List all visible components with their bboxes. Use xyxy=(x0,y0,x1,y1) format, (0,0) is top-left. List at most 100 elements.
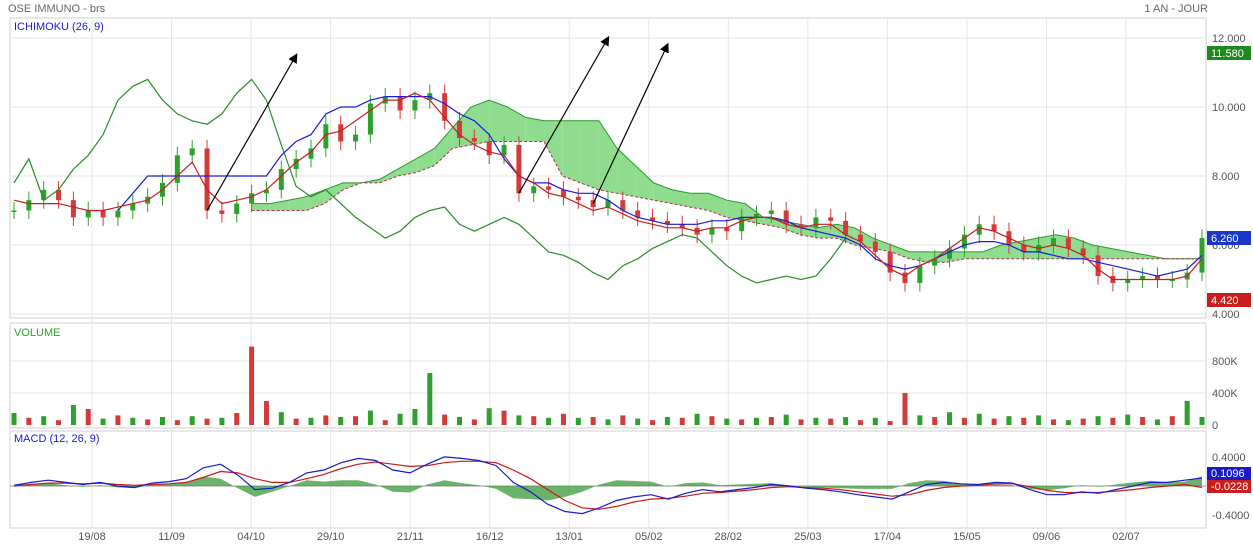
volume-bar xyxy=(516,415,522,425)
volume-bar xyxy=(932,417,938,425)
volume-bar xyxy=(917,415,923,425)
cloud-bull-segment xyxy=(416,148,435,173)
candle-body xyxy=(11,210,17,212)
x-tick-label: 09/06 xyxy=(1033,531,1061,543)
cloud-bull-segment xyxy=(635,165,654,201)
macd-title: MACD (12, 26, 9) xyxy=(14,433,100,445)
volume-bar xyxy=(828,418,834,425)
volume-bar xyxy=(26,417,32,425)
cloud-bull-segment xyxy=(1128,251,1148,259)
x-tick-label: 02/07 xyxy=(1112,531,1140,543)
candle-body xyxy=(338,124,344,142)
volume-bar xyxy=(174,420,180,425)
volume-bar xyxy=(724,418,730,425)
chart-stage: OSE IMMUNO - brs 1 AN - JOUR 19/08 11/09 0… xyxy=(0,0,1253,547)
candle-body xyxy=(843,220,849,235)
volume-bar xyxy=(442,414,448,425)
x-tick-label: 29/10 xyxy=(317,531,345,543)
x-tick-label: 25/03 xyxy=(794,531,822,543)
volume-bar xyxy=(754,417,759,425)
volume-bar xyxy=(130,417,136,425)
volume-bar xyxy=(1184,401,1190,425)
stock-chart-svg: 19/08 11/09 04/10 29/10 21/11 16/12 13/01 05/02… xyxy=(9,17,1251,543)
volume-bar xyxy=(635,418,641,425)
macd-plot xyxy=(10,456,1206,515)
volume-bar xyxy=(679,417,685,425)
candle-body xyxy=(1051,238,1056,245)
volume-bar xyxy=(1199,417,1205,425)
volume-bar xyxy=(694,413,700,425)
volume-bar xyxy=(843,417,849,425)
candle-body xyxy=(367,103,373,135)
candle-body xyxy=(234,203,240,214)
volume-bar xyxy=(249,346,255,425)
candle-body xyxy=(991,224,997,232)
x-tick-label: 04/10 xyxy=(237,531,265,543)
volume-bar xyxy=(902,393,908,425)
candle-body xyxy=(516,144,522,194)
volume-bar xyxy=(234,413,240,425)
cloud-bull-segment xyxy=(964,251,983,259)
volume-bar xyxy=(204,418,210,425)
candle-body xyxy=(70,200,76,218)
candle-body xyxy=(813,217,819,228)
volume-bar xyxy=(961,417,967,425)
candle-body xyxy=(412,100,418,111)
volume-bar xyxy=(887,421,893,425)
volume-bar xyxy=(1036,415,1042,425)
candle-body xyxy=(546,186,552,190)
volume-bar xyxy=(278,412,284,425)
volume-bar xyxy=(1095,416,1101,425)
volume-bar xyxy=(85,409,91,425)
chikou-span-line xyxy=(13,78,847,284)
volume-bar xyxy=(353,416,359,425)
grid-lines xyxy=(10,18,1206,528)
volume-bar xyxy=(813,417,819,425)
volume-bar xyxy=(338,417,344,425)
cloud-bull-segment xyxy=(525,117,545,142)
x-tick-label: 15/05 xyxy=(953,531,981,543)
volume-bar xyxy=(427,373,433,425)
volume-bar xyxy=(560,413,566,425)
volume-bar xyxy=(947,412,953,425)
candle-body xyxy=(26,200,32,211)
candle-body xyxy=(575,196,581,201)
candle-body xyxy=(219,210,225,214)
volume-bar xyxy=(590,417,596,425)
volume-bar xyxy=(486,408,492,425)
candle-body xyxy=(486,141,492,156)
volume-bar xyxy=(872,417,878,425)
volume-bar xyxy=(1125,414,1131,425)
volume-bar xyxy=(367,410,373,425)
x-tick-label: 13/01 xyxy=(555,531,583,543)
cloud-bull-segment xyxy=(891,245,910,259)
volume-bar xyxy=(768,417,774,425)
min-price-label: 4.420 xyxy=(1211,295,1239,307)
price-tick-label: 8.000 xyxy=(1212,171,1240,183)
volume-bar xyxy=(471,419,477,425)
x-tick-label: 11/09 xyxy=(158,531,185,543)
macd-value-label: 0.1096 xyxy=(1211,468,1245,480)
volume-bar xyxy=(1006,416,1012,425)
volume-bar xyxy=(412,409,418,425)
volume-bar xyxy=(739,419,745,425)
volume-bar xyxy=(976,413,982,425)
volume-bar xyxy=(323,415,329,425)
cloud-bull-segment xyxy=(982,245,1001,259)
volume-bar xyxy=(1169,416,1175,425)
price-tick-label: 12.000 xyxy=(1212,33,1246,45)
ichimoku-title: ICHIMOKU (26, 9) xyxy=(14,21,104,33)
cloud-bull-segment xyxy=(562,120,581,183)
volume-bar xyxy=(11,413,17,425)
volume-bar xyxy=(857,420,863,425)
volume-bar xyxy=(1110,417,1116,425)
volume-bar xyxy=(41,416,47,425)
volume-bar xyxy=(56,420,62,425)
volume-bar xyxy=(531,416,537,425)
price-tick-label: 4.000 xyxy=(1212,309,1240,321)
volume-tick-label: 400K xyxy=(1212,388,1238,400)
volume-bar xyxy=(605,419,611,425)
volume-bar xyxy=(160,417,165,425)
x-tick-label: 21/11 xyxy=(397,531,424,543)
volume-bar xyxy=(100,418,106,425)
